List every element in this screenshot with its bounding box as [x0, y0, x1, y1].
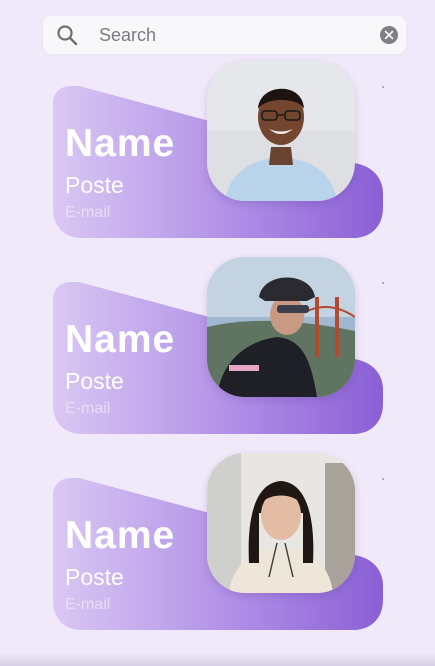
search-input[interactable] [99, 22, 359, 48]
search-bar [43, 16, 406, 54]
avatar-photo [207, 453, 355, 593]
contact-card[interactable]: Name Poste E-mail [53, 453, 393, 638]
contact-position: Poste [65, 172, 124, 198]
decorative-dot [382, 478, 384, 480]
search-icon[interactable] [56, 24, 78, 46]
contact-name: Name [65, 122, 176, 165]
contact-email[interactable]: E-mail [65, 400, 110, 418]
decorative-dot [382, 86, 384, 88]
contact-position: Poste [65, 564, 124, 590]
contact-email[interactable]: E-mail [65, 204, 110, 222]
avatar-photo [207, 61, 355, 201]
contact-email[interactable]: E-mail [65, 596, 110, 614]
clear-icon[interactable] [380, 26, 398, 44]
decorative-dot [382, 282, 384, 284]
contact-card[interactable]: Name Poste E-mail [53, 257, 393, 442]
contact-name: Name [65, 318, 176, 361]
bottom-shadow [0, 652, 435, 666]
contact-name: Name [65, 514, 176, 557]
contact-card[interactable]: Name Poste E-mail [53, 61, 393, 246]
contact-position: Poste [65, 368, 124, 394]
avatar-photo [207, 257, 355, 397]
